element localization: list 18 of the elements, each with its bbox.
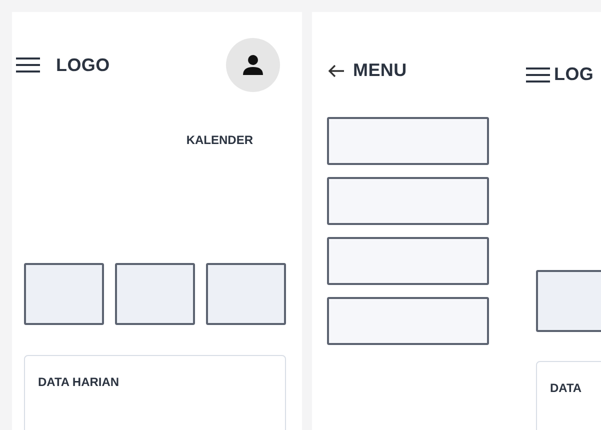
card-title: DATA [550,381,582,395]
logo: LOG [554,63,594,86]
logo: LOGO [56,54,110,76]
menu-item[interactable] [327,297,489,345]
placeholder-tile[interactable] [115,263,195,325]
menu-item[interactable] [327,237,489,285]
placeholder-tile[interactable] [24,263,104,325]
menu-icon[interactable] [526,66,550,82]
section-title: KALENDER [186,133,253,147]
user-icon [242,54,264,76]
menu-icon[interactable] [16,57,40,73]
menu-title: MENU [353,59,407,82]
menu-item[interactable] [327,117,489,165]
card-title: DATA HARIAN [38,375,120,389]
menu-item[interactable] [327,177,489,225]
back-arrow-icon[interactable] [328,64,345,78]
placeholder-tile[interactable] [206,263,286,325]
placeholder-tile[interactable] [536,270,601,332]
